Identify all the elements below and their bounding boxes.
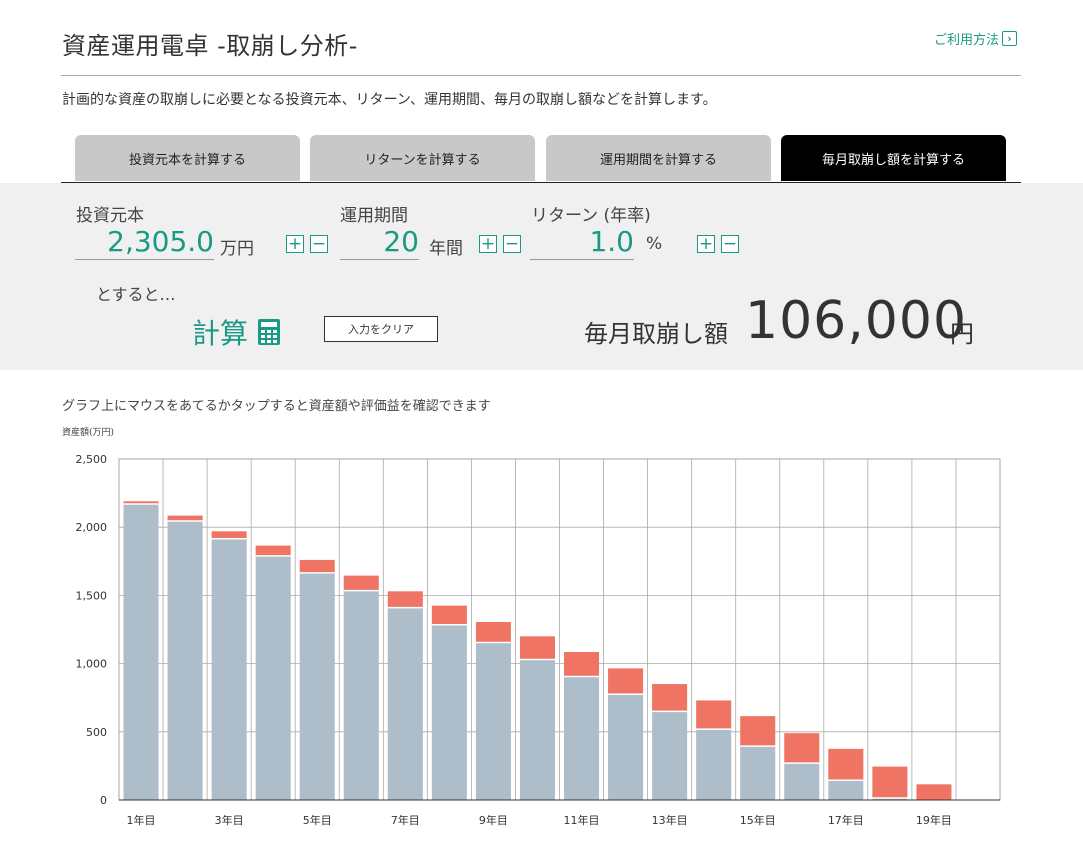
- x-tick-label: 7年目: [391, 813, 420, 827]
- y-tick-label: 0: [100, 794, 107, 807]
- principal-minus-button[interactable]: −: [310, 235, 328, 253]
- calculate-button[interactable]: 計算: [192, 312, 281, 352]
- gain-bar: [916, 784, 952, 800]
- return-minus-button[interactable]: −: [721, 235, 739, 253]
- x-tick-label: 1年目: [127, 813, 156, 827]
- calc-mode-tabs: 投資元本を計算する リターンを計算する 運用期間を計算する 毎月取崩し額を計算す…: [61, 135, 1021, 183]
- x-tick-label: 19年目: [916, 813, 952, 827]
- input-panel: 投資元本 2,305.0 万円 + − 運用期間 20 年間 + − リターン …: [0, 183, 1083, 370]
- title-divider: [61, 75, 1021, 76]
- gain-bar: [299, 559, 335, 573]
- tab-period[interactable]: 運用期間を計算する: [546, 135, 771, 181]
- x-tick-label: 13年目: [652, 813, 688, 827]
- gain-bar: [652, 684, 688, 712]
- principal-bar: [475, 642, 511, 800]
- period-plus-button[interactable]: +: [479, 235, 497, 253]
- gain-bar: [740, 716, 776, 747]
- gain-bar: [167, 515, 203, 522]
- period-minus-button[interactable]: −: [503, 235, 521, 253]
- page-description: 計画的な資産の取崩しに必要となる投資元本、リターン、運用期間、毎月の取崩し額など…: [62, 92, 717, 108]
- principal-bar: [564, 676, 600, 800]
- tab-return[interactable]: リターンを計算する: [310, 135, 535, 181]
- gain-bar: [828, 748, 864, 781]
- period-input[interactable]: 20: [340, 225, 419, 260]
- principal-bar: [299, 572, 335, 800]
- clear-input-button[interactable]: 入力をクリア: [324, 316, 438, 342]
- principal-bar: [343, 590, 379, 800]
- asset-chart[interactable]: 0 500 1,000 1,500 2,000 2,500 1年目 3年目 5年目 7年目 9年目 1…: [60, 448, 1010, 838]
- principal-bar: [167, 521, 203, 800]
- y-tick-label: 1,500: [76, 589, 108, 602]
- return-plus-button[interactable]: +: [697, 235, 715, 253]
- x-tick-label: 15年目: [740, 813, 776, 827]
- gain-bar: [784, 733, 820, 764]
- principal-bar: [608, 694, 644, 800]
- principal-bar: [696, 729, 732, 800]
- page-title: 資産運用電卓 -取崩し分析-: [62, 32, 358, 60]
- principal-bar: [255, 555, 291, 800]
- principal-bar: [211, 538, 247, 800]
- gain-bar: [519, 636, 555, 660]
- principal-bar: [431, 624, 467, 800]
- chevron-right-icon: ›: [1002, 31, 1018, 46]
- y-tick-label: 2,500: [76, 453, 108, 466]
- gain-bar: [475, 621, 511, 643]
- y-tick-label: 1,000: [76, 658, 108, 671]
- principal-plus-button[interactable]: +: [286, 235, 304, 253]
- principal-bar: [740, 746, 776, 800]
- then-label: とすると…: [96, 285, 176, 304]
- gain-bar: [872, 766, 908, 798]
- principal-bar: [387, 607, 423, 800]
- period-label: 運用期間: [340, 206, 408, 226]
- y-tick-label: 2,000: [76, 521, 108, 534]
- x-tick-label: 5年目: [303, 813, 332, 827]
- gain-bar: [255, 545, 291, 556]
- return-input[interactable]: 1.0: [530, 225, 634, 260]
- result-unit: 円: [950, 320, 974, 348]
- gain-bar: [696, 700, 732, 730]
- gain-bar: [431, 605, 467, 625]
- tab-monthly-withdrawal[interactable]: 毎月取崩し額を計算する: [781, 135, 1006, 181]
- x-tick-label: 17年目: [828, 813, 864, 827]
- gain-bar: [564, 652, 600, 677]
- principal-bar: [519, 659, 555, 800]
- principal-unit: 万円: [220, 239, 254, 259]
- principal-bar: [123, 504, 159, 800]
- calculate-label: 計算: [192, 317, 249, 350]
- howto-link[interactable]: ご利用方法 ›: [934, 29, 1018, 48]
- gain-bar: [387, 591, 423, 608]
- result-value: 106,000: [745, 291, 968, 351]
- calculator-icon: [258, 319, 281, 345]
- x-tick-label: 9年目: [479, 813, 508, 827]
- principal-bar: [652, 711, 688, 800]
- principal-bar: [828, 780, 864, 800]
- principal-input[interactable]: 2,305.0: [75, 225, 214, 260]
- result-label: 毎月取崩し額: [584, 320, 728, 348]
- y-tick-label: 500: [86, 726, 107, 739]
- period-unit: 年間: [429, 239, 463, 259]
- gain-bar: [608, 668, 644, 695]
- gain-bar: [211, 531, 247, 539]
- principal-bar: [784, 763, 820, 800]
- gain-bar: [343, 575, 379, 591]
- return-unit: %: [646, 234, 663, 254]
- tab-principal[interactable]: 投資元本を計算する: [75, 135, 300, 181]
- chart-y-axis-label: 資産額(万円): [62, 428, 115, 438]
- x-tick-label: 3年目: [215, 813, 244, 827]
- principal-label: 投資元本: [76, 206, 144, 226]
- x-tick-label: 11年目: [564, 813, 600, 827]
- chart-hint: グラフ上にマウスをあてるかタップすると資産額や評価益を確認できます: [62, 399, 491, 414]
- howto-label: ご利用方法: [934, 33, 1000, 48]
- return-label: リターン (年率): [531, 206, 651, 226]
